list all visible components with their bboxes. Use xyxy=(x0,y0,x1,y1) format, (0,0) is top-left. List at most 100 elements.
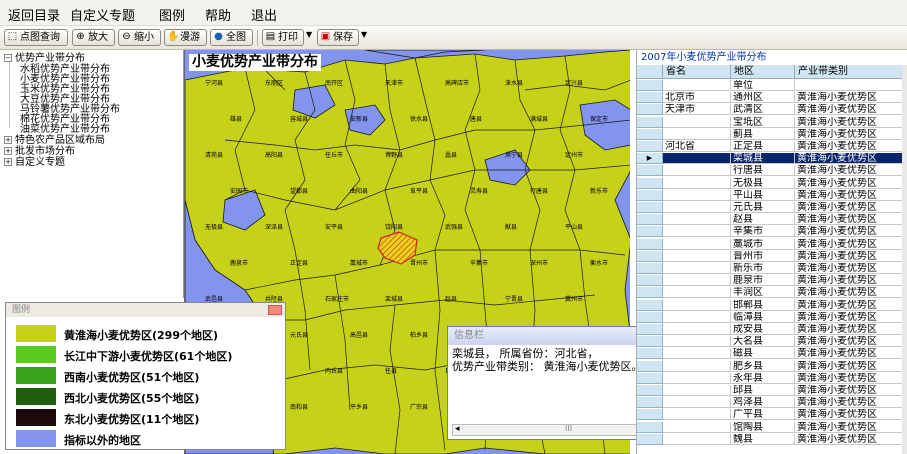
table-row[interactable]: 大名县 黄淮海小麦优势区 xyxy=(637,336,903,348)
table-cell[interactable] xyxy=(663,275,731,287)
table-cell[interactable]: 晋州市 xyxy=(731,250,795,262)
row-header[interactable] xyxy=(637,360,663,372)
tree-node-wholesale-markets[interactable]: + 批发市场分布 xyxy=(4,146,75,157)
table-cell[interactable] xyxy=(663,409,731,421)
menu-back-to-catalog[interactable]: 返回目录 xyxy=(8,5,60,24)
table-row[interactable]: 无极县 黄淮海小麦优势区 xyxy=(637,177,903,189)
table-cell[interactable] xyxy=(663,324,731,335)
table-cell[interactable]: 黄淮海小麦优势区 xyxy=(795,360,903,372)
table-cell[interactable]: 新乐市 xyxy=(731,263,795,274)
row-header[interactable] xyxy=(637,324,663,335)
table-cell[interactable] xyxy=(663,128,731,140)
table-cell[interactable]: 黄淮海小麦优势区 xyxy=(795,92,903,104)
table-cell[interactable] xyxy=(795,80,903,91)
print-button[interactable]: ▤ 打印 xyxy=(262,29,304,46)
table-cell[interactable] xyxy=(663,226,731,238)
table-row[interactable]: 永年县 黄淮海小麦优势区 xyxy=(637,372,903,384)
table-cell[interactable]: 单位 xyxy=(731,80,795,91)
expand-icon[interactable]: + xyxy=(4,147,12,155)
table-row[interactable]: 鹿泉市 黄淮海小麦优势区 xyxy=(637,275,903,287)
table-cell[interactable]: 大名县 xyxy=(731,336,795,348)
table-cell[interactable] xyxy=(663,177,731,189)
table-cell[interactable]: 黄淮海小麦优势区 xyxy=(795,433,903,445)
table-cell[interactable]: 黄淮海小麦优势区 xyxy=(795,238,903,250)
row-header[interactable] xyxy=(637,250,663,262)
table-cell[interactable]: 永年县 xyxy=(731,372,795,384)
row-header[interactable] xyxy=(637,165,663,177)
table-cell[interactable]: 黄淮海小麦优势区 xyxy=(795,263,903,274)
table-row[interactable]: 晋州市 黄淮海小麦优势区 xyxy=(637,250,903,262)
table-row[interactable]: 邯郸县 黄淮海小麦优势区 xyxy=(637,299,903,311)
row-header[interactable]: ▶ xyxy=(637,153,663,165)
row-header[interactable] xyxy=(637,92,663,104)
col-header-region[interactable]: 地区 xyxy=(731,65,795,79)
row-header[interactable] xyxy=(637,177,663,189)
table-cell[interactable] xyxy=(663,153,731,165)
table-row[interactable]: 行唐县 黄淮海小麦优势区 xyxy=(637,165,903,177)
table-cell[interactable]: 黄淮海小麦优势区 xyxy=(795,385,903,396)
table-row[interactable]: 河北省 正定县 黄淮海小麦优势区 xyxy=(637,141,903,152)
table-row[interactable]: 馆陶县 黄淮海小麦优势区 xyxy=(637,421,903,433)
table-cell[interactable]: 武清区 xyxy=(731,104,795,116)
row-header[interactable] xyxy=(637,372,663,384)
row-header[interactable] xyxy=(637,80,663,91)
table-cell[interactable]: 黄淮海小麦优势区 xyxy=(795,202,903,213)
table-cell[interactable]: 元氏县 xyxy=(731,202,795,213)
table-cell[interactable]: 栾城县 xyxy=(731,153,795,165)
zoom-out-button[interactable]: ⊖ 缩小 xyxy=(118,29,161,46)
menu-legend[interactable]: 图例 xyxy=(159,5,185,24)
table-row[interactable]: 蓟县 黄淮海小麦优势区 xyxy=(637,128,903,140)
table-row[interactable]: 肥乡县 黄淮海小麦优势区 xyxy=(637,360,903,372)
table-cell[interactable]: 宝坻区 xyxy=(731,116,795,128)
row-header[interactable] xyxy=(637,263,663,274)
table-cell[interactable] xyxy=(663,263,731,274)
table-cell[interactable]: 鹿泉市 xyxy=(731,275,795,287)
table-cell[interactable] xyxy=(663,116,731,128)
table-row[interactable]: ▶ 栾城县 黄淮海小麦优势区 xyxy=(637,153,903,165)
table-cell[interactable]: 正定县 xyxy=(731,141,795,152)
table-row[interactable]: 临漳县 黄淮海小麦优势区 xyxy=(637,311,903,323)
menu-help[interactable]: 帮助 xyxy=(205,5,231,24)
save-button[interactable]: ▣ 保存 xyxy=(317,29,359,46)
table-cell[interactable]: 黄淮海小麦优势区 xyxy=(795,141,903,152)
print-dropdown-arrow-icon[interactable]: ▼ xyxy=(306,30,312,39)
table-row[interactable]: 天津市 武清区 黄淮海小麦优势区 xyxy=(637,104,903,116)
table-cell[interactable] xyxy=(663,372,731,384)
table-cell[interactable]: 黄淮海小麦优势区 xyxy=(795,104,903,116)
zoom-in-button[interactable]: ⊕ 放大 xyxy=(72,29,115,46)
table-cell[interactable]: 成安县 xyxy=(731,324,795,335)
row-header[interactable] xyxy=(637,104,663,116)
table-cell[interactable] xyxy=(663,348,731,360)
grid-vertical-scrollbar[interactable] xyxy=(902,65,907,454)
table-cell[interactable]: 馆陶县 xyxy=(731,421,795,433)
table-cell[interactable]: 黄淮海小麦优势区 xyxy=(795,153,903,165)
table-cell[interactable] xyxy=(663,165,731,177)
row-header[interactable] xyxy=(637,421,663,433)
table-cell[interactable]: 黄淮海小麦优势区 xyxy=(795,214,903,226)
tree-node-custom-topic[interactable]: + 自定义专题 xyxy=(4,157,65,168)
collapse-icon[interactable]: − xyxy=(4,54,12,62)
tree-node-specialty-products[interactable]: + 特色农产品区域布局 xyxy=(4,135,105,146)
table-cell[interactable] xyxy=(663,80,731,91)
row-header[interactable] xyxy=(637,116,663,128)
table-cell[interactable]: 临漳县 xyxy=(731,311,795,323)
table-cell[interactable]: 行唐县 xyxy=(731,165,795,177)
row-header[interactable] xyxy=(637,299,663,311)
point-query-button[interactable]: ⬚ 点图查询 xyxy=(4,29,68,46)
pan-button[interactable]: ✋ 漫游 xyxy=(164,29,207,46)
table-row[interactable]: 广平县 黄淮海小麦优势区 xyxy=(637,409,903,421)
table-cell[interactable]: 无极县 xyxy=(731,177,795,189)
table-cell[interactable] xyxy=(663,287,731,299)
table-row[interactable]: 丰润区 黄淮海小麦优势区 xyxy=(637,287,903,299)
row-header[interactable] xyxy=(637,189,663,201)
table-cell[interactable]: 广平县 xyxy=(731,409,795,421)
row-header[interactable] xyxy=(637,128,663,140)
row-header[interactable] xyxy=(637,397,663,409)
row-header[interactable] xyxy=(637,202,663,213)
table-cell[interactable]: 黄淮海小麦优势区 xyxy=(795,324,903,335)
table-cell[interactable] xyxy=(663,336,731,348)
table-cell[interactable]: 天津市 xyxy=(663,104,731,116)
table-cell[interactable] xyxy=(663,202,731,213)
col-header-belt-type[interactable]: 产业带类别 xyxy=(795,65,903,79)
table-cell[interactable]: 黄淮海小麦优势区 xyxy=(795,287,903,299)
